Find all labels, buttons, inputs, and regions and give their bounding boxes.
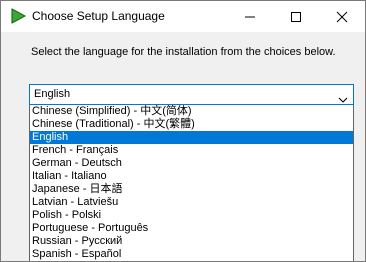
title-bar[interactable]: Choose Setup Language [1, 1, 365, 32]
instruction-text: Select the language for the installation… [31, 46, 336, 58]
language-option[interactable]: Portuguese - Português [30, 222, 353, 235]
language-option[interactable]: Italian - Italiano [30, 170, 353, 183]
maximize-icon [291, 12, 301, 22]
language-option[interactable]: Latvian - Latviešu [30, 196, 353, 209]
language-option-selected[interactable]: English [30, 131, 353, 144]
language-option[interactable]: Chinese (Traditional) - 中文(繁體) [30, 118, 353, 131]
maximize-button[interactable] [273, 1, 319, 32]
setup-play-icon [10, 8, 26, 24]
language-option[interactable]: French - Français [30, 144, 353, 157]
close-button[interactable] [319, 1, 365, 32]
minimize-icon [245, 16, 255, 18]
language-option[interactable]: Chinese (Simplified) - 中文(简体) [30, 105, 353, 118]
language-combobox[interactable]: English [29, 84, 354, 105]
language-option[interactable]: Russian - Русский [30, 235, 353, 248]
setup-language-dialog: Choose Setup Language Select the languag… [0, 0, 366, 262]
minimize-button[interactable] [227, 1, 273, 32]
language-option[interactable]: Polish - Polski [30, 209, 353, 222]
close-icon [336, 11, 348, 23]
language-option[interactable]: German - Deutsch [30, 157, 353, 170]
language-combobox-value: English [34, 88, 71, 100]
window-title: Choose Setup Language [32, 9, 165, 23]
language-option[interactable]: Spanish - Español [30, 248, 353, 261]
language-dropdown-list[interactable]: Chinese (Simplified) - 中文(简体) Chinese (T… [29, 105, 354, 261]
language-option[interactable]: Japanese - 日本語 [30, 183, 353, 196]
